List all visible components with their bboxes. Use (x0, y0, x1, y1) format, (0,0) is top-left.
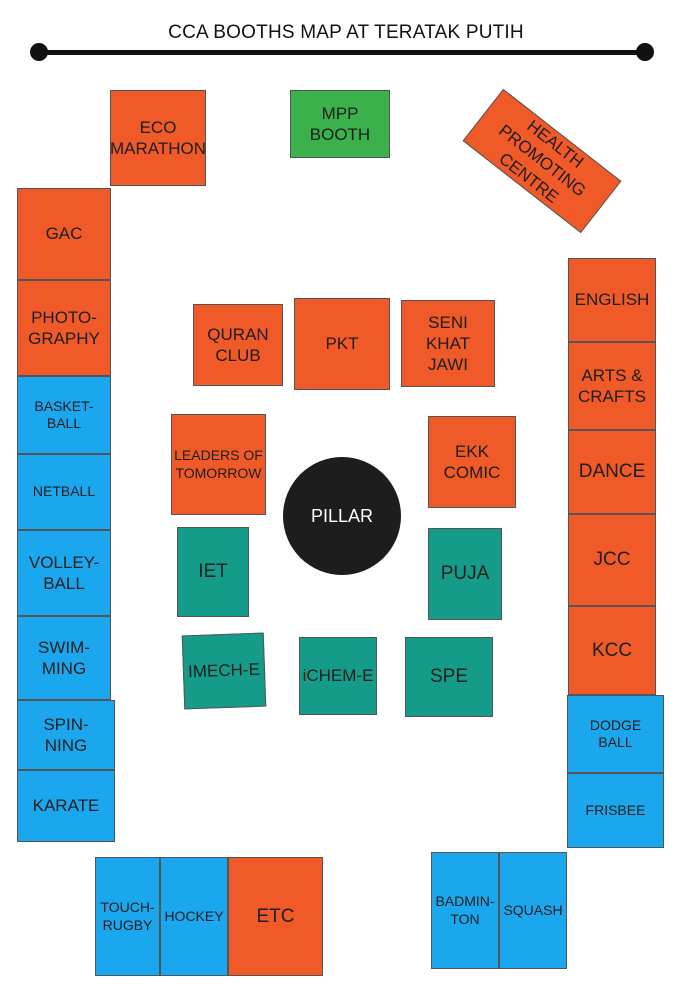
booth-badminton: BADMIN- TON (431, 852, 499, 969)
booth-frisbee: FRISBEE (567, 773, 664, 848)
booth-jcc: JCC (568, 514, 656, 606)
booth-hockey: HOCKEY (160, 857, 228, 976)
booth-spinning: SPIN- NING (17, 700, 115, 770)
booth-puja: PUJA (428, 528, 502, 620)
booth-ekk-comic: EKK COMIC (428, 416, 516, 508)
booth-dance: DANCE (568, 430, 656, 514)
booth-pkt: PKT (294, 298, 390, 390)
booth-swimming: SWIM- MING (17, 616, 111, 700)
booth-arts-crafts: ARTS & CRAFTS (568, 342, 656, 430)
booth-health-promoting-centre: HEALTH PROMOTING CENTRE (462, 88, 622, 234)
booth-basketball: BASKET- BALL (17, 376, 111, 454)
booth-quran-club: QURAN CLUB (193, 304, 283, 386)
booth-squash: SQUASH (499, 852, 567, 969)
booth-etc: ETC (228, 857, 323, 976)
booth-photography: PHOTO- GRAPHY (17, 280, 111, 376)
divider-end-dot-left (30, 43, 48, 61)
booth-seni-khat-jawi: SENI KHAT JAWI (401, 300, 495, 387)
booth-spe: SPE (405, 637, 493, 717)
booth-gac: GAC (17, 188, 111, 280)
title-divider (37, 50, 645, 55)
booth-touch-rugby: TOUCH- RUGBY (95, 857, 160, 976)
booth-leaders-of-tomorrow: LEADERS OF TOMORROW (171, 414, 266, 515)
booth-dodge-ball: DODGE BALL (567, 695, 664, 773)
divider-end-dot-right (636, 43, 654, 61)
booth-volleyball: VOLLEY- BALL (17, 530, 111, 616)
pillar: PILLAR (283, 457, 401, 575)
booth-kcc: KCC (568, 606, 656, 695)
booth-netball: NETBALL (17, 454, 111, 530)
map-title: CCA BOOTHS MAP AT TERATAK PUTIH (168, 22, 524, 43)
booth-ichem-e: iCHEM-E (299, 637, 377, 715)
booth-eco-marathon: ECO MARATHON (110, 90, 206, 186)
booth-mpp: MPP BOOTH (290, 90, 390, 158)
booth-iet: IET (177, 527, 249, 617)
booth-karate: KARATE (17, 770, 115, 842)
booth-imech-e: IMECH-E (181, 632, 267, 710)
booth-english: ENGLISH (568, 258, 656, 342)
